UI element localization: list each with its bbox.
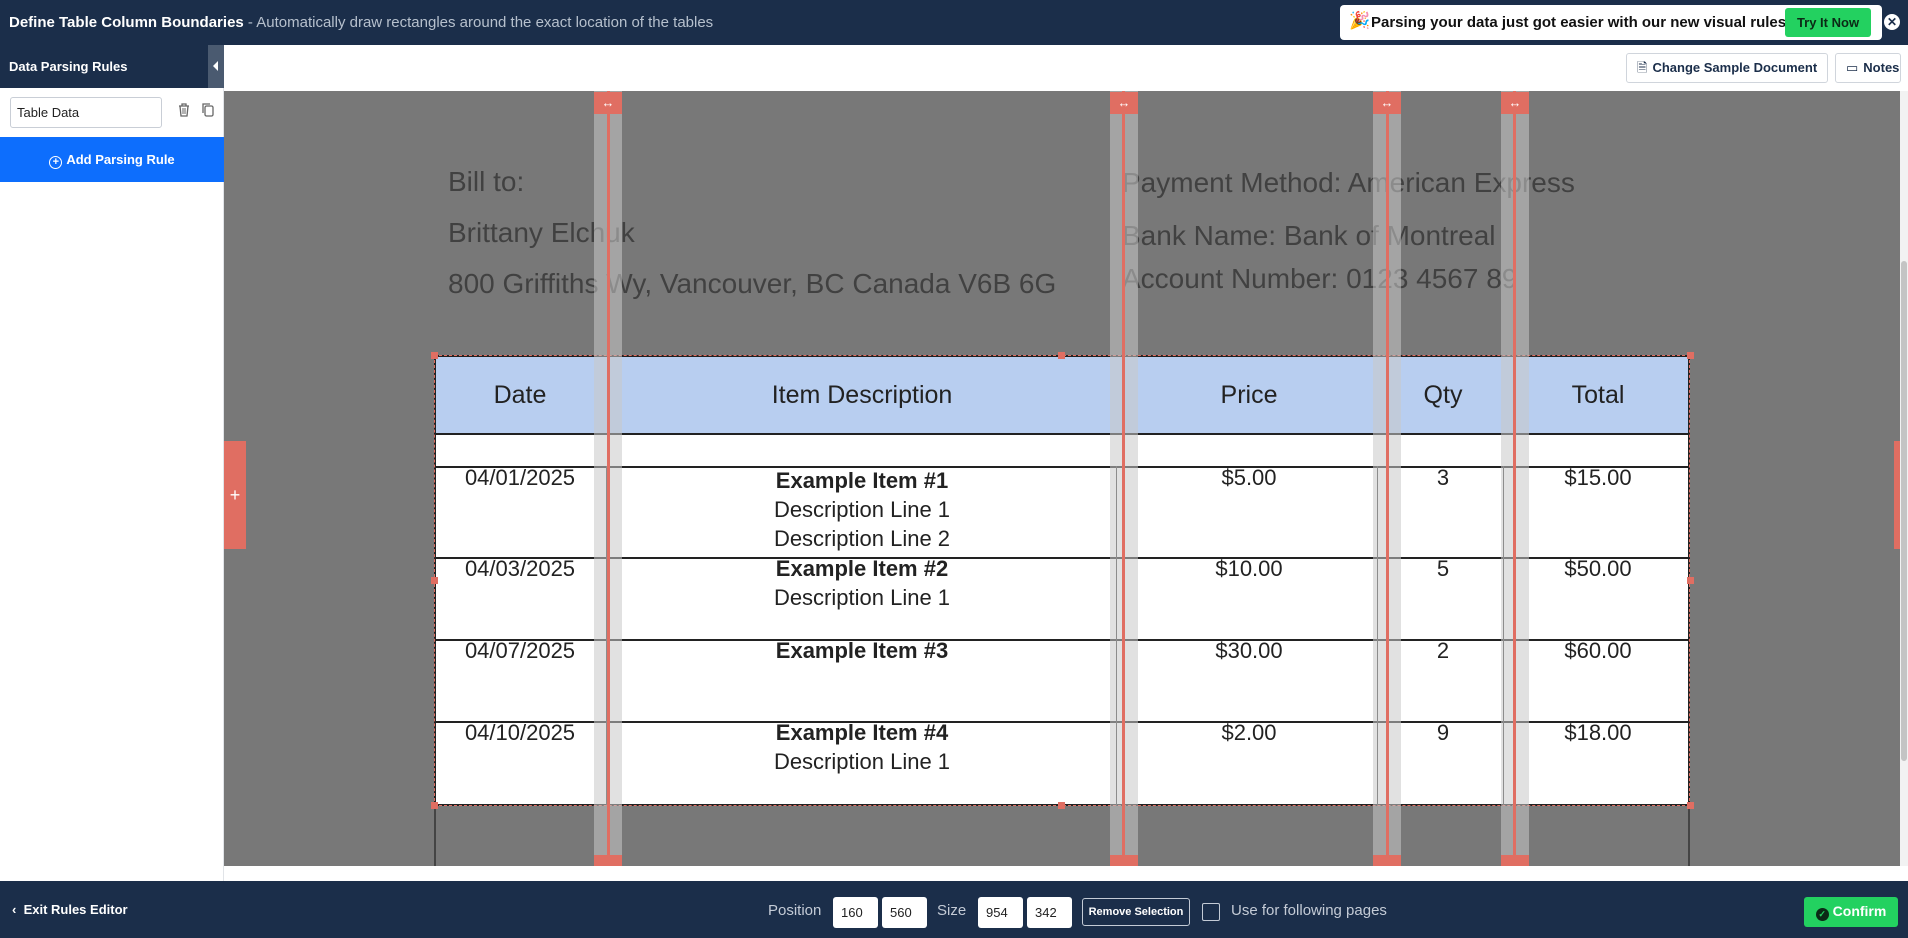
column-drag-handle-icon[interactable]: ↔ bbox=[1501, 92, 1529, 114]
resize-handle-top[interactable] bbox=[1058, 352, 1065, 359]
column-boundary-line[interactable] bbox=[1122, 91, 1125, 866]
remove-selection-button[interactable]: Remove Selection bbox=[1082, 898, 1190, 926]
column-drag-handle-icon[interactable]: ↔ bbox=[594, 92, 622, 114]
vertical-scrollbar[interactable] bbox=[1900, 91, 1908, 866]
close-icon[interactable]: ✕ bbox=[1884, 14, 1900, 30]
top-bar: Define Table Column Boundaries - Automat… bbox=[0, 0, 1908, 45]
size-height-input[interactable] bbox=[1027, 897, 1072, 928]
rule-name-input[interactable] bbox=[10, 97, 162, 128]
add-parsing-rule-button[interactable]: + Add Parsing Rule bbox=[0, 137, 224, 182]
column-drag-handle-icon[interactable]: ↔ bbox=[1110, 855, 1138, 866]
dim-overlay bbox=[224, 91, 1900, 355]
delete-rule-icon[interactable] bbox=[174, 102, 194, 122]
vertical-scrollbar-thumb[interactable] bbox=[1901, 261, 1907, 761]
change-sample-label: Change Sample Document bbox=[1652, 60, 1818, 75]
document-canvas[interactable]: Bill to: Brittany Elchuk 800 Griffiths W… bbox=[224, 91, 1900, 866]
change-sample-document-button[interactable]: 🗎 Change Sample Document bbox=[1626, 53, 1828, 83]
size-label: Size bbox=[937, 902, 967, 919]
column-boundary-line[interactable] bbox=[1386, 91, 1389, 866]
dim-overlay bbox=[224, 806, 1900, 866]
party-icon: 🎉 bbox=[1349, 11, 1371, 30]
resize-handle-right[interactable] bbox=[1687, 577, 1694, 584]
resize-handle-left[interactable] bbox=[431, 577, 438, 584]
resize-handle-top-right[interactable] bbox=[1687, 352, 1694, 359]
confirm-label: Confirm bbox=[1832, 903, 1887, 919]
column-drag-handle-icon[interactable]: ↔ bbox=[594, 855, 622, 866]
resize-handle-bottom-left[interactable] bbox=[431, 802, 438, 809]
announcement-banner: 🎉 Parsing your data just got easier with… bbox=[1340, 5, 1882, 40]
selection-bottom-bar: Position Size Remove Selection Use for f… bbox=[224, 881, 1908, 938]
check-circle-icon: ✓ bbox=[1815, 908, 1829, 921]
confirm-button[interactable]: ✓ Confirm bbox=[1804, 897, 1898, 927]
page-title-subtitle: - Automatically draw rectangles around t… bbox=[243, 14, 714, 31]
sidebar: Data Parsing Rules +Add Parsing Rule bbox=[0, 45, 224, 881]
sidebar-header: Data Parsing Rules bbox=[0, 45, 224, 88]
resize-handle-top-left[interactable] bbox=[431, 352, 438, 359]
column-drag-handle-icon[interactable]: ↔ bbox=[1373, 855, 1401, 866]
size-width-input[interactable] bbox=[978, 897, 1023, 928]
add-column-left-handle[interactable]: + bbox=[224, 441, 246, 549]
column-boundary-line[interactable] bbox=[607, 91, 610, 866]
exit-rules-editor-label: ‹ Exit Rules Editor bbox=[12, 902, 128, 917]
resize-handle-bottom-right[interactable] bbox=[1687, 802, 1694, 809]
column-boundary-line[interactable] bbox=[1513, 91, 1516, 866]
notes-label: Notes bbox=[1863, 60, 1900, 75]
position-label: Position bbox=[768, 902, 822, 919]
use-following-pages-checkbox[interactable] bbox=[1202, 903, 1220, 921]
duplicate-rule-icon[interactable] bbox=[198, 102, 218, 122]
column-drag-handle-icon[interactable]: ↔ bbox=[1110, 92, 1138, 114]
chevron-left-icon: ‹ bbox=[12, 902, 24, 917]
notes-icon: ▭ bbox=[1846, 60, 1859, 75]
add-parsing-rule-label: Add Parsing Rule bbox=[66, 152, 175, 167]
announcement-message: Parsing your data just got easier with o… bbox=[1371, 14, 1836, 31]
document-icon: 🗎 bbox=[1637, 60, 1648, 75]
page-title-main: Define Table Column Boundaries bbox=[9, 14, 244, 31]
position-y-input[interactable] bbox=[882, 897, 927, 928]
exit-label-text: Exit Rules Editor bbox=[23, 902, 128, 917]
dim-overlay bbox=[224, 355, 434, 806]
column-drag-handle-icon[interactable]: ↔ bbox=[1501, 855, 1529, 866]
plus-circle-icon: + bbox=[49, 156, 63, 169]
column-drag-handle-icon[interactable]: ↔ bbox=[1373, 92, 1401, 114]
sidebar-title: Data Parsing Rules bbox=[9, 59, 128, 74]
use-following-pages-label: Use for following pages bbox=[1231, 902, 1387, 919]
document-toolbar: 🗎 Change Sample Document ▭ Notes bbox=[224, 45, 1908, 91]
collapse-sidebar-button[interactable] bbox=[208, 45, 224, 88]
exit-rules-editor-button[interactable]: ‹ Exit Rules Editor bbox=[0, 881, 224, 938]
try-it-now-button[interactable]: Try It Now bbox=[1785, 8, 1871, 37]
resize-handle-bottom[interactable] bbox=[1058, 802, 1065, 809]
notes-button[interactable]: ▭ Notes bbox=[1835, 53, 1901, 83]
page-title: Define Table Column Boundaries - Automat… bbox=[9, 14, 713, 31]
dim-overlay bbox=[1690, 355, 1900, 806]
position-x-input[interactable] bbox=[833, 897, 878, 928]
